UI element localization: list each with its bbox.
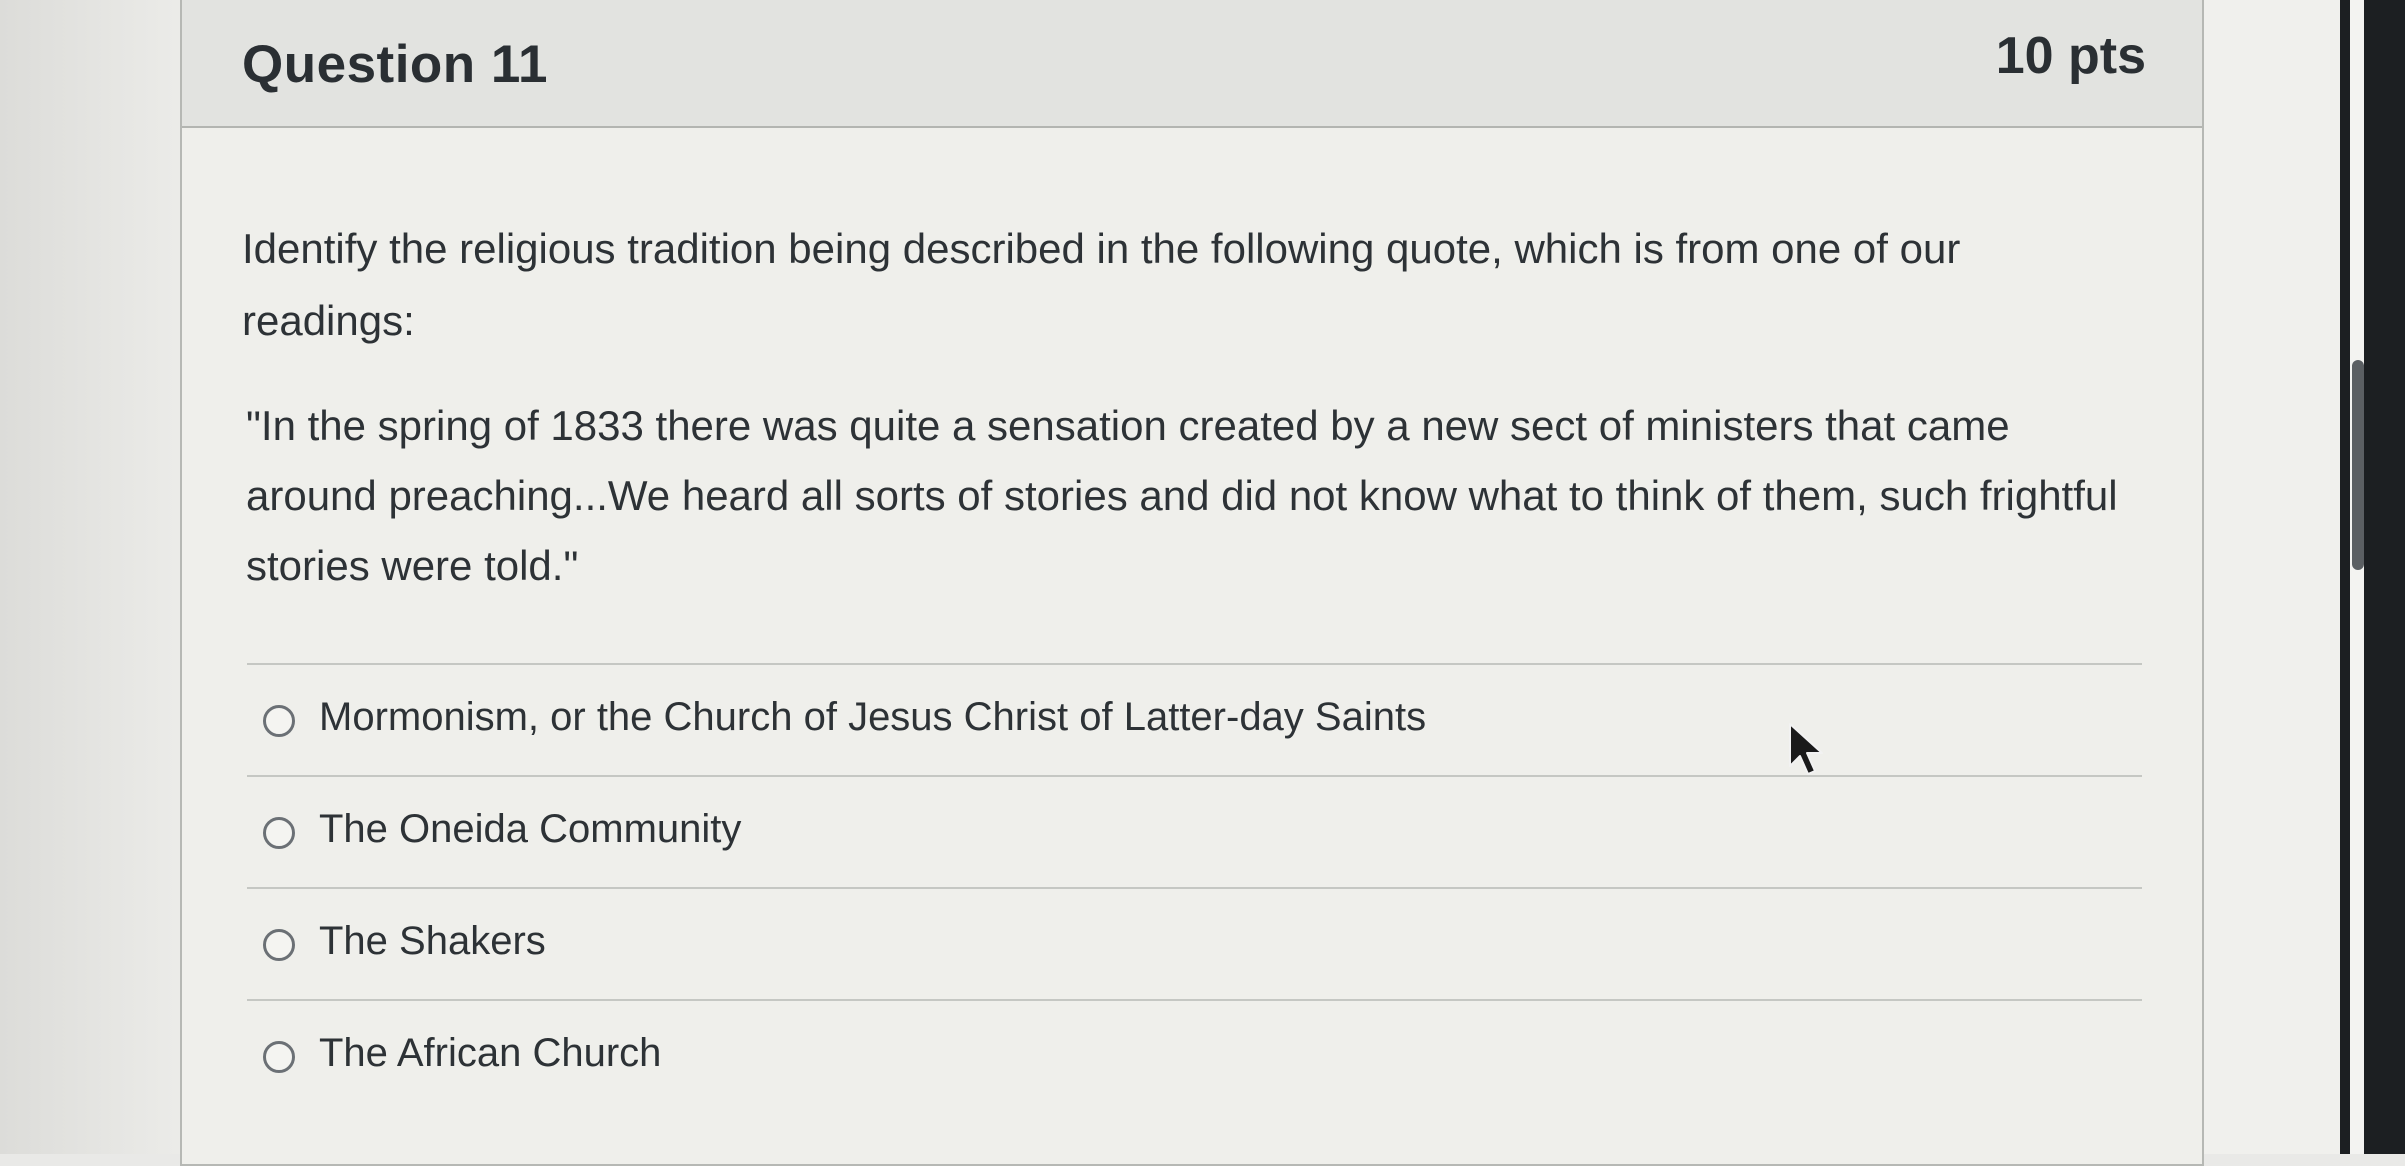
question-title: Question 11 bbox=[242, 35, 548, 94]
radio-unselected-icon[interactable] bbox=[263, 1041, 295, 1073]
answer-option-mormonism[interactable]: Mormonism, or the Church of Jesus Christ… bbox=[247, 663, 2142, 775]
answer-label[interactable]: The Oneida Community bbox=[319, 807, 741, 852]
answer-option-shakers[interactable]: The Shakers bbox=[247, 887, 2142, 999]
answer-option-oneida[interactable]: The Oneida Community bbox=[247, 775, 2142, 887]
radio-unselected-icon[interactable] bbox=[263, 817, 295, 849]
answer-label[interactable]: The Shakers bbox=[319, 919, 546, 964]
scrollbar-track[interactable] bbox=[2350, 0, 2364, 1154]
answer-label[interactable]: The African Church bbox=[319, 1031, 661, 1076]
question-prompt: Identify the religious tradition being d… bbox=[242, 225, 1961, 344]
radio-unselected-icon[interactable] bbox=[263, 929, 295, 961]
question-quote: "In the spring of 1833 there was quite a… bbox=[246, 402, 2118, 589]
question-card: Question 11 10 pts Identify the religiou… bbox=[180, 0, 2204, 1166]
mouse-pointer-icon bbox=[1789, 723, 1823, 775]
answer-list: Mormonism, or the Church of Jesus Christ… bbox=[247, 663, 2142, 1111]
answer-label[interactable]: Mormonism, or the Church of Jesus Christ… bbox=[319, 695, 1426, 740]
radio-unselected-icon[interactable] bbox=[263, 705, 295, 737]
question-header: Question 11 10 pts bbox=[182, 0, 2202, 128]
scrollbar-thumb[interactable] bbox=[2352, 360, 2364, 570]
answer-option-african-church[interactable]: The African Church bbox=[247, 999, 2142, 1111]
question-body: Identify the religious tradition being d… bbox=[242, 213, 2122, 601]
question-points: 10 pts bbox=[1995, 27, 2146, 85]
